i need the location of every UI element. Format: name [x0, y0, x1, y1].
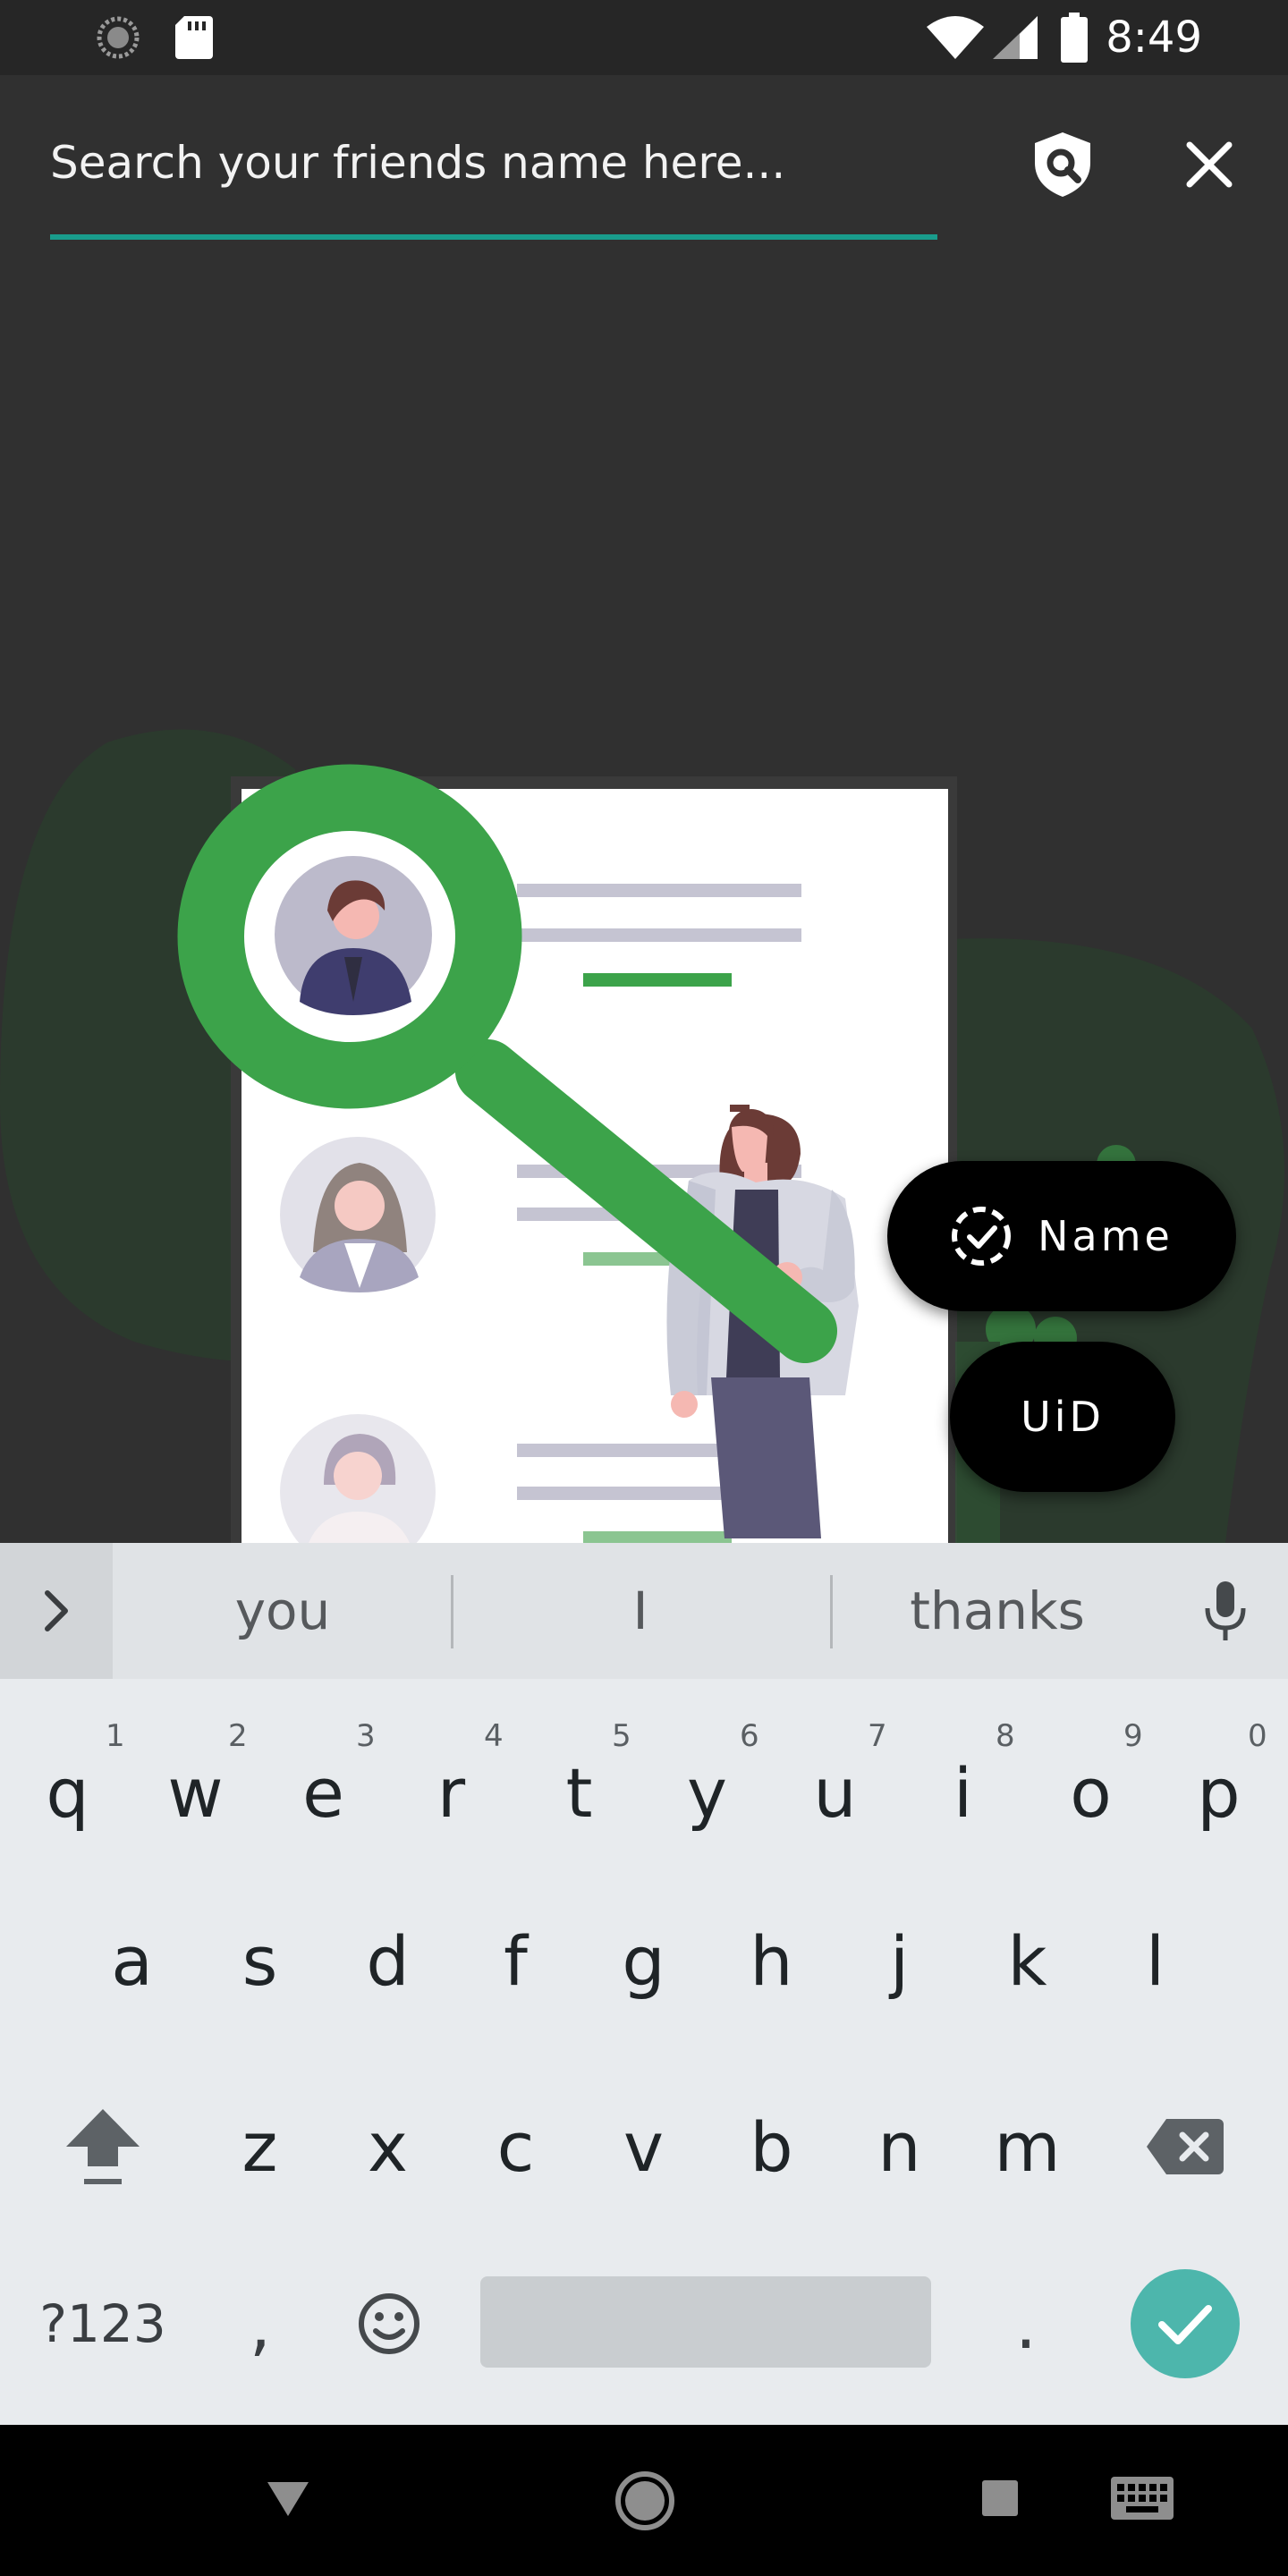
key-hint: 0 — [1248, 1718, 1267, 1754]
clock: 8:49 — [1106, 13, 1202, 63]
key-n[interactable]: n — [835, 2080, 963, 2214]
search-shield-icon[interactable] — [1025, 127, 1100, 202]
key-z[interactable]: z — [196, 2080, 324, 2214]
key-label: p — [1197, 1752, 1241, 1833]
suggestion-3[interactable]: thanks — [832, 1543, 1163, 1679]
home-icon[interactable] — [605, 2461, 685, 2541]
key-r[interactable]: r4 — [387, 1718, 515, 1860]
key-label: o — [1070, 1752, 1112, 1833]
key-v[interactable]: v — [580, 2080, 708, 2214]
avatar — [280, 1137, 436, 1292]
key-o[interactable]: o9 — [1027, 1718, 1155, 1860]
keyboard-switch-icon[interactable] — [1102, 2461, 1182, 2536]
search-input[interactable] — [50, 120, 927, 206]
key-q[interactable]: q1 — [4, 1718, 131, 1860]
shift-key[interactable] — [36, 2080, 170, 2214]
key-hint: 3 — [356, 1718, 376, 1754]
backspace-key[interactable] — [1118, 2080, 1252, 2214]
key-hint: 8 — [996, 1718, 1015, 1754]
key-k[interactable]: k — [963, 1894, 1091, 2028]
close-icon[interactable] — [1172, 127, 1247, 202]
key-w[interactable]: w2 — [131, 1718, 259, 1860]
key-m[interactable]: m — [963, 2080, 1091, 2214]
status-bar: 8:49 — [0, 0, 1288, 75]
key-b[interactable]: b — [708, 2080, 835, 2214]
comma-key[interactable]: , — [211, 2257, 309, 2391]
key-x[interactable]: x — [324, 2080, 452, 2214]
dashed-check-icon — [950, 1205, 1013, 1267]
chevron-right-icon — [40, 1588, 72, 1634]
key-p[interactable]: p0 — [1155, 1718, 1283, 1860]
suggestion-1[interactable]: you — [113, 1543, 453, 1679]
uid-button-label: UiD — [1021, 1393, 1105, 1441]
key-a[interactable]: a — [68, 1894, 196, 2028]
cellular-signal-icon — [993, 16, 1038, 63]
screen: { "status_bar": { "time": "8:49", "icons… — [0, 0, 1288, 2576]
key-f[interactable]: f — [452, 1894, 580, 2028]
key-e[interactable]: e3 — [259, 1718, 387, 1860]
key-hint: 5 — [612, 1718, 631, 1754]
suggestion-2[interactable]: I — [453, 1543, 828, 1679]
key-hint: 6 — [740, 1718, 759, 1754]
search-toolbar — [0, 75, 1288, 254]
emoji-icon — [357, 2292, 421, 2356]
loading-icon — [97, 16, 140, 63]
key-d[interactable]: d — [324, 1894, 452, 2028]
key-label: i — [953, 1752, 973, 1833]
key-hint: 7 — [868, 1718, 887, 1754]
spacebar[interactable] — [480, 2276, 931, 2368]
key-label: y — [687, 1752, 727, 1833]
key-label: r — [436, 1752, 466, 1833]
expand-suggestions-button[interactable] — [0, 1543, 113, 1679]
key-hint: 4 — [484, 1718, 504, 1754]
key-hint: 2 — [228, 1718, 248, 1754]
key-y[interactable]: y6 — [643, 1718, 771, 1860]
name-button-label: Name — [1038, 1212, 1174, 1260]
navigation-bar — [0, 2425, 1288, 2576]
key-s[interactable]: s — [196, 1894, 324, 2028]
name-search-button[interactable]: Name — [887, 1161, 1236, 1311]
key-hint: 1 — [106, 1718, 125, 1754]
key-label: u — [813, 1752, 857, 1833]
wifi-icon — [927, 16, 984, 63]
backspace-icon — [1147, 2119, 1224, 2174]
key-label: e — [302, 1752, 344, 1833]
key-c[interactable]: c — [452, 2080, 580, 2214]
key-label: t — [565, 1752, 593, 1833]
microphone-icon[interactable] — [1181, 1570, 1270, 1652]
key-h[interactable]: h — [708, 1894, 835, 2028]
enter-key[interactable] — [1131, 2269, 1240, 2378]
search-underline — [50, 234, 937, 240]
soft-keyboard: you I thanks q1 w2 e3 r4 t5 y6 u7 i8 o9 … — [0, 1543, 1288, 2425]
key-g[interactable]: g — [580, 1894, 708, 2028]
key-label: w — [167, 1752, 224, 1833]
suggestion-strip: you I thanks — [0, 1543, 1288, 1679]
key-i[interactable]: i8 — [899, 1718, 1027, 1860]
key-t[interactable]: t5 — [515, 1718, 643, 1860]
battery-icon — [1061, 13, 1088, 66]
uid-search-button[interactable]: UiD — [950, 1342, 1175, 1492]
key-l[interactable]: l — [1091, 1894, 1219, 2028]
shift-icon — [63, 2104, 143, 2190]
emoji-key[interactable] — [340, 2257, 438, 2391]
sd-card-icon — [175, 16, 213, 63]
checkmark-icon — [1157, 2301, 1214, 2346]
recents-icon[interactable] — [962, 2461, 1038, 2536]
period-key[interactable]: . — [977, 2257, 1075, 2391]
key-label: q — [46, 1752, 89, 1833]
symbols-key[interactable]: ?123 — [18, 2257, 188, 2391]
key-j[interactable]: j — [835, 1894, 963, 2028]
back-icon[interactable] — [250, 2461, 326, 2536]
key-u[interactable]: u7 — [771, 1718, 899, 1860]
key-hint: 9 — [1123, 1718, 1143, 1754]
